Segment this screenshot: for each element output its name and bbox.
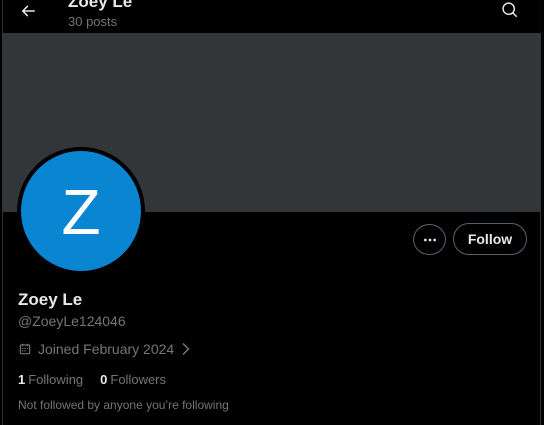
header-post-count: 30 posts — [68, 14, 118, 29]
search-icon — [502, 2, 518, 18]
joined-date[interactable]: Joined February 2024 — [18, 341, 192, 357]
followers-label: Followers — [110, 371, 167, 387]
avatar[interactable]: Z — [21, 151, 141, 271]
back-button[interactable] — [15, 0, 41, 22]
followers-count: 0 — [100, 371, 108, 387]
header-display-name: Zoey Le — [68, 0, 133, 11]
follow-stats: 1 Following 0 Followers — [18, 371, 183, 387]
display-name: Zoey Le — [18, 290, 83, 309]
mutual-followers-note: Not followed by anyone you’re following — [18, 398, 229, 412]
arrow-left-icon — [21, 5, 35, 17]
following-link[interactable]: 1 Following — [18, 372, 83, 387]
follow-button[interactable]: Follow — [453, 223, 527, 255]
search-button[interactable] — [499, 0, 521, 20]
chevron-right-icon — [182, 342, 190, 356]
joined-text: Joined February 2024 — [38, 341, 175, 357]
user-handle: @ZoeyLe124046 — [18, 313, 126, 329]
avatar-initial: Z — [61, 176, 101, 248]
following-count: 1 — [18, 371, 26, 387]
more-horizontal-icon — [423, 238, 436, 241]
followers-link[interactable]: 0 Followers — [100, 372, 166, 387]
profile-header: Zoey Le 30 posts — [3, 0, 541, 33]
following-label: Following — [28, 371, 84, 387]
more-button[interactable] — [413, 224, 446, 255]
profile-page: Zoey Le 30 posts Z Follow Zoey Le @ZoeyL… — [0, 0, 544, 425]
calendar-icon — [19, 343, 31, 355]
